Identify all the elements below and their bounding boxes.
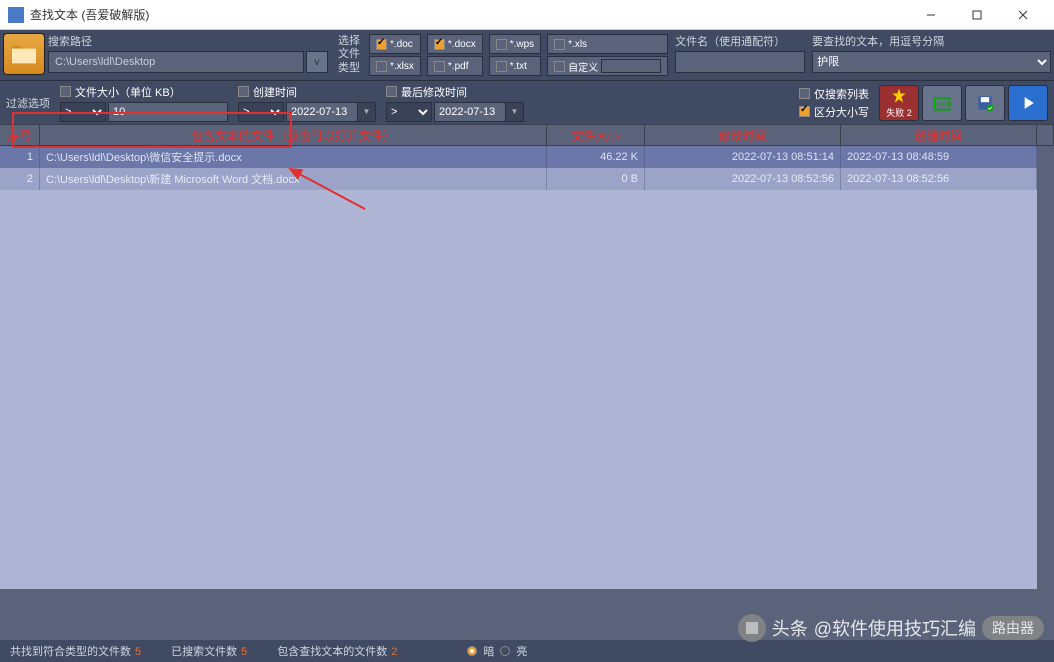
cell-path: C:\Users\ldl\Desktop\微信安全提示.docx [40, 146, 547, 168]
path-label: 搜索路径 [48, 33, 328, 49]
maximize-button[interactable] [954, 0, 1000, 30]
filesize-filter: 文件大小（单位 KB） > [60, 84, 228, 122]
toolbar: 搜索路径 v 选择文件类型 *.doc *.docx *.wps *.xls *… [0, 30, 1054, 124]
filetype-xls[interactable]: *.xls [547, 34, 668, 54]
cell-create: 2022-07-13 08:48:59 [841, 146, 1037, 168]
search-text-select[interactable]: 护限 [812, 51, 1051, 73]
path-group: 搜索路径 v [48, 33, 328, 77]
filename-group: 文件名（使用通配符） [675, 33, 805, 77]
close-button[interactable] [1000, 0, 1046, 30]
createtime-filter: 创建时间 > ▼ [238, 84, 376, 122]
titlebar: 查找文本 (吾爱破解版) [0, 0, 1054, 30]
cell-size: 0 B [547, 168, 645, 190]
cell-path: C:\Users\ldl\Desktop\新建 Microsoft Word 文… [40, 168, 547, 190]
folder-icon[interactable] [3, 33, 45, 75]
cell-mod: 2022-07-13 08:51:14 [645, 146, 841, 168]
filetype-wps[interactable]: *.wps [489, 34, 541, 54]
checkbox-icon[interactable] [799, 106, 810, 117]
cell-create: 2022-07-13 08:52:56 [841, 168, 1037, 190]
search-text-label: 要查找的文本，用逗号分隔 [812, 33, 1051, 49]
watermark-brand: 头条 [772, 615, 808, 641]
action-buttons: 失败 2 OPEN [879, 85, 1048, 121]
checkbox-icon[interactable] [554, 61, 565, 72]
filetype-doc[interactable]: *.doc [369, 34, 421, 54]
filetype-xlsx[interactable]: *.xlsx [369, 56, 421, 76]
filetype-docx[interactable]: *.docx [427, 34, 483, 54]
checkbox-icon[interactable] [386, 86, 397, 97]
table-row[interactable]: 1 C:\Users\ldl\Desktop\微信安全提示.docx 46.22… [0, 146, 1037, 168]
createtime-op[interactable]: > [238, 102, 284, 122]
table-body: 1 C:\Users\ldl\Desktop\微信安全提示.docx 46.22… [0, 146, 1037, 589]
checkbox-icon[interactable] [238, 86, 249, 97]
filter-options-label: 过滤选项 [6, 95, 50, 111]
radio-icon[interactable] [467, 646, 477, 656]
cell-index: 2 [0, 168, 40, 190]
checkbox-icon[interactable] [496, 39, 507, 50]
checkbox-icon[interactable] [60, 86, 71, 97]
col-createtime[interactable]: 创建时间 [841, 124, 1037, 145]
theme-toggle[interactable]: 暗 亮 [467, 643, 527, 659]
filetype-label: 选择文件类型 [331, 33, 367, 77]
filetype-txt[interactable]: *.txt [489, 56, 541, 76]
col-size[interactable]: 文件大小 [547, 124, 645, 145]
path-input[interactable] [48, 51, 304, 73]
save-button[interactable] [965, 85, 1005, 121]
modtime-op[interactable]: > [386, 102, 432, 122]
open-button[interactable]: OPEN [922, 85, 962, 121]
svg-text:OPEN: OPEN [936, 102, 952, 108]
cell-index: 1 [0, 146, 40, 168]
watermark-logo-icon [738, 614, 766, 642]
chevron-down-icon[interactable]: ▼ [506, 102, 524, 122]
checkbox-icon[interactable] [496, 61, 507, 72]
chevron-down-icon[interactable]: ▼ [358, 102, 376, 122]
app-icon [8, 7, 24, 23]
custom-ext-input[interactable] [601, 59, 661, 73]
fail-button[interactable]: 失败 2 [879, 85, 919, 121]
filename-label: 文件名（使用通配符） [675, 33, 805, 49]
checkbox-icon[interactable] [434, 39, 445, 50]
checkbox-icon[interactable] [376, 39, 387, 50]
checkbox-icon[interactable] [376, 61, 387, 72]
run-button[interactable] [1008, 85, 1048, 121]
minimize-button[interactable] [908, 0, 954, 30]
checkbox-icon[interactable] [554, 39, 565, 50]
search-options: 仅搜索列表 区分大小写 [799, 86, 869, 120]
statusbar: 共找到符合类型的文件数5 已搜索文件数5 包含查找文本的文件数2 暗 亮 [0, 640, 1054, 662]
cell-mod: 2022-07-13 08:52:56 [645, 168, 841, 190]
modtime-value[interactable] [434, 102, 506, 122]
checkbox-icon[interactable] [799, 88, 810, 99]
table-header: 序号 包含文本的文件（双击可以打开文件） 文件大小 修改时间 创建时间 [0, 124, 1054, 146]
radio-icon[interactable] [500, 646, 510, 656]
watermark: 头条 @软件使用技巧汇编 路由器 [738, 614, 1044, 642]
table-row[interactable]: 2 C:\Users\ldl\Desktop\新建 Microsoft Word… [0, 168, 1037, 190]
filetype-group: 选择文件类型 *.doc *.docx *.wps *.xls *.xlsx *… [331, 33, 668, 77]
watermark-badge: 路由器 [982, 616, 1044, 640]
col-index[interactable]: 序号 [0, 124, 40, 145]
filesize-op[interactable]: > [60, 102, 106, 122]
col-file[interactable]: 包含文本的文件（双击可以打开文件） [40, 124, 547, 145]
watermark-text: @软件使用技巧汇编 [814, 615, 976, 641]
col-modtime[interactable]: 修改时间 [645, 124, 841, 145]
cell-size: 46.22 K [547, 146, 645, 168]
createtime-value[interactable] [286, 102, 358, 122]
filename-input[interactable] [675, 51, 805, 73]
results-table: 序号 包含文本的文件（双击可以打开文件） 文件大小 修改时间 创建时间 1 C:… [0, 124, 1054, 589]
modtime-filter: 最后修改时间 > ▼ [386, 84, 524, 122]
filetype-custom[interactable]: 自定义 [547, 56, 668, 76]
window-title: 查找文本 (吾爱破解版) [30, 6, 908, 23]
search-text-group: 要查找的文本，用逗号分隔 护限 [812, 33, 1051, 77]
checkbox-icon[interactable] [434, 61, 445, 72]
path-dropdown-button[interactable]: v [306, 51, 328, 73]
filetype-pdf[interactable]: *.pdf [427, 56, 483, 76]
filesize-value[interactable] [108, 102, 228, 122]
